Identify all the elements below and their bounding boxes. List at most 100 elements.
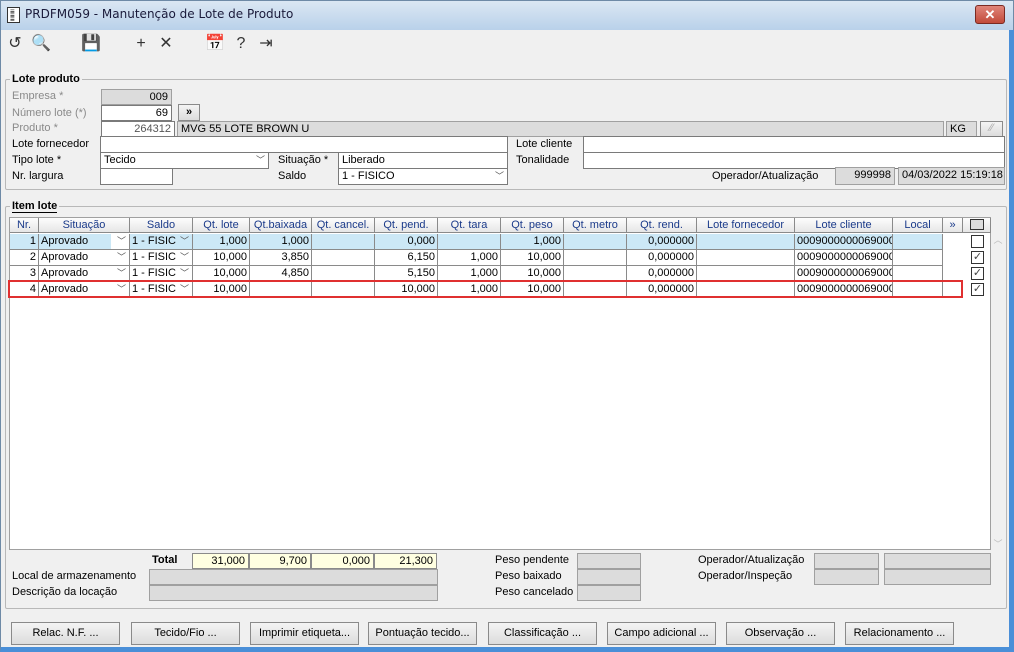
scroll-down-icon[interactable]: ﹀ xyxy=(991,537,1005,550)
chevron-down-icon[interactable]: ﹀ xyxy=(180,266,189,281)
help-icon[interactable]: ? xyxy=(231,34,251,54)
column-header[interactable]: Qt. metro xyxy=(564,218,627,233)
calendar-icon[interactable]: 📅 xyxy=(205,34,225,54)
select-all-header[interactable] xyxy=(963,218,991,233)
action-button[interactable]: Relac. N.F. ... xyxy=(11,622,120,645)
grid-cell xyxy=(438,234,501,250)
action-button[interactable]: Campo adicional ... xyxy=(607,622,716,645)
scroll-up-icon[interactable]: ︿ xyxy=(991,233,1005,246)
chevron-down-icon[interactable]: ﹀ xyxy=(180,234,189,249)
saldo-select[interactable]: 1 - FISICO ﹀ xyxy=(338,168,508,185)
action-button[interactable]: Classificação ... xyxy=(488,622,597,645)
action-button[interactable]: Observação ... xyxy=(726,622,835,645)
grid-cell xyxy=(312,234,375,250)
column-header[interactable]: Lote fornecedor xyxy=(697,218,795,233)
grid-cell xyxy=(697,234,795,250)
op-inspecao-code xyxy=(814,569,879,585)
grid-cell: 6,150 xyxy=(375,250,438,266)
grid-cell: 3,850 xyxy=(250,250,312,266)
vertical-scrollbar[interactable]: ︿ ﹀ xyxy=(991,233,1005,550)
peso-baixado-field xyxy=(577,569,641,585)
descricao-locacao-label: Descrição da locação xyxy=(12,586,118,598)
column-header[interactable]: Local xyxy=(893,218,943,233)
nr-largura-input[interactable] xyxy=(100,168,173,185)
produto-field[interactable]: 264312 xyxy=(101,121,175,137)
total-label: Total xyxy=(152,554,178,566)
action-button[interactable]: Relacionamento ... xyxy=(845,622,954,645)
cell-value: 1 - FISIC xyxy=(132,251,177,263)
column-header[interactable]: Qt. cancel. xyxy=(312,218,375,233)
undo-icon[interactable]: ↺ xyxy=(5,34,25,54)
chevron-down-icon[interactable]: ﹀ xyxy=(117,266,126,281)
column-header[interactable]: Situação xyxy=(39,218,130,233)
grid-cell: 0009000000069000 xyxy=(795,250,893,266)
item-lote-title: Item lote xyxy=(12,200,58,213)
cell-value: 1 - FISIC xyxy=(132,235,177,247)
exit-icon[interactable]: ⇥ xyxy=(256,34,276,54)
more-button[interactable]: » xyxy=(178,104,200,121)
tipo-lote-select[interactable]: Tecido ﹀ xyxy=(100,152,269,169)
tipo-lote-label: Tipo lote * xyxy=(12,154,62,166)
cell-value: 1 - FISIC xyxy=(132,267,177,279)
numero-lote-field[interactable]: 69 xyxy=(101,105,172,121)
row-checkbox[interactable] xyxy=(971,235,984,248)
row-checkbox[interactable]: ✓ xyxy=(971,267,984,280)
chevron-down-icon[interactable]: ﹀ xyxy=(180,250,189,265)
op-inspecao-date xyxy=(884,569,991,585)
select-all-checkbox[interactable] xyxy=(970,219,984,230)
empresa-field[interactable]: 009 xyxy=(101,89,172,105)
grid-cell: 1,000 xyxy=(501,234,564,250)
op-atualizacao-date xyxy=(884,553,991,569)
total-value: 9,700 xyxy=(249,553,311,569)
situacao-field[interactable]: Liberado xyxy=(338,152,508,169)
chevron-down-icon: ﹀ xyxy=(255,155,265,165)
grid-cell xyxy=(697,250,795,266)
column-header[interactable]: Qt. rend. xyxy=(627,218,697,233)
close-button[interactable]: ✕ xyxy=(975,5,1005,24)
column-header[interactable]: Qt. peso xyxy=(501,218,564,233)
peso-cancelado-field xyxy=(577,585,641,601)
column-header[interactable]: Qt.baixada xyxy=(250,218,312,233)
grid-cell[interactable]: 1 - FISIC ﹀ xyxy=(130,234,193,250)
save-icon[interactable]: 💾 xyxy=(81,34,101,54)
column-header[interactable]: Qt. lote xyxy=(193,218,250,233)
lote-cliente-label: Lote cliente xyxy=(516,138,573,150)
unidade-field: KG xyxy=(946,121,977,137)
chevron-down-icon[interactable]: ﹀ xyxy=(117,234,126,249)
column-header[interactable]: Lote cliente xyxy=(795,218,893,233)
lote-cliente-input[interactable] xyxy=(583,136,1005,153)
chevron-down-icon[interactable]: ﹀ xyxy=(117,250,126,265)
column-header[interactable]: Nr. xyxy=(10,218,39,233)
grid-cell: 1,000 xyxy=(438,250,501,266)
table-row[interactable]: 2 Aprovado ﹀ 1 - FISIC ﹀ 10,000 3,850 6,150 1,00… xyxy=(10,250,984,266)
column-header[interactable]: » xyxy=(943,218,963,233)
action-button[interactable]: Tecido/Fio ... xyxy=(131,622,240,645)
nr-largura-label: Nr. largura xyxy=(12,170,64,182)
row-checkbox[interactable]: ✓ xyxy=(971,283,984,296)
produto-description: MVG 55 LOTE BROWN U xyxy=(177,121,944,137)
column-header[interactable]: Qt. pend. xyxy=(375,218,438,233)
grid-cell[interactable]: Aprovado ﹀ xyxy=(39,250,130,266)
row-checkbox[interactable]: ✓ xyxy=(971,251,984,264)
grid-cell[interactable]: Aprovado ﹀ xyxy=(39,234,130,250)
delete-icon[interactable]: ✕ xyxy=(156,34,176,54)
column-header[interactable]: Qt. tara xyxy=(438,218,501,233)
action-button[interactable]: Imprimir etiqueta... xyxy=(250,622,359,645)
operador-label: Operador/Atualização xyxy=(712,170,819,182)
action-button[interactable]: Pontuação tecido... xyxy=(368,622,477,645)
lote-fornecedor-input[interactable] xyxy=(100,136,508,153)
grid-cell: 10,000 xyxy=(193,250,250,266)
item-lote-grid[interactable]: Nr. Situação Saldo Qt. lote Qt.baixada Qt. ca… xyxy=(9,217,991,550)
table-row[interactable]: 1 Aprovado ﹀ 1 - FISIC ﹀ 1,000 1,000 0,000 1,000… xyxy=(10,234,984,250)
search-icon[interactable]: 🔍 xyxy=(31,34,51,54)
grid-cell[interactable]: 1 - FISIC ﹀ xyxy=(130,250,193,266)
produto-label: Produto * xyxy=(12,122,58,134)
add-icon[interactable]: + xyxy=(131,34,151,54)
peso-pendente-label: Peso pendente xyxy=(495,554,570,566)
total-value: 31,000 xyxy=(192,553,249,569)
numero-lote-label: Número lote (*) xyxy=(12,107,87,119)
column-header[interactable]: Saldo xyxy=(130,218,193,233)
highlighted-row-outline xyxy=(8,280,963,298)
grid-cell xyxy=(312,250,375,266)
unidade-lookup-button[interactable]: ⁄⁄ xyxy=(980,121,1003,137)
